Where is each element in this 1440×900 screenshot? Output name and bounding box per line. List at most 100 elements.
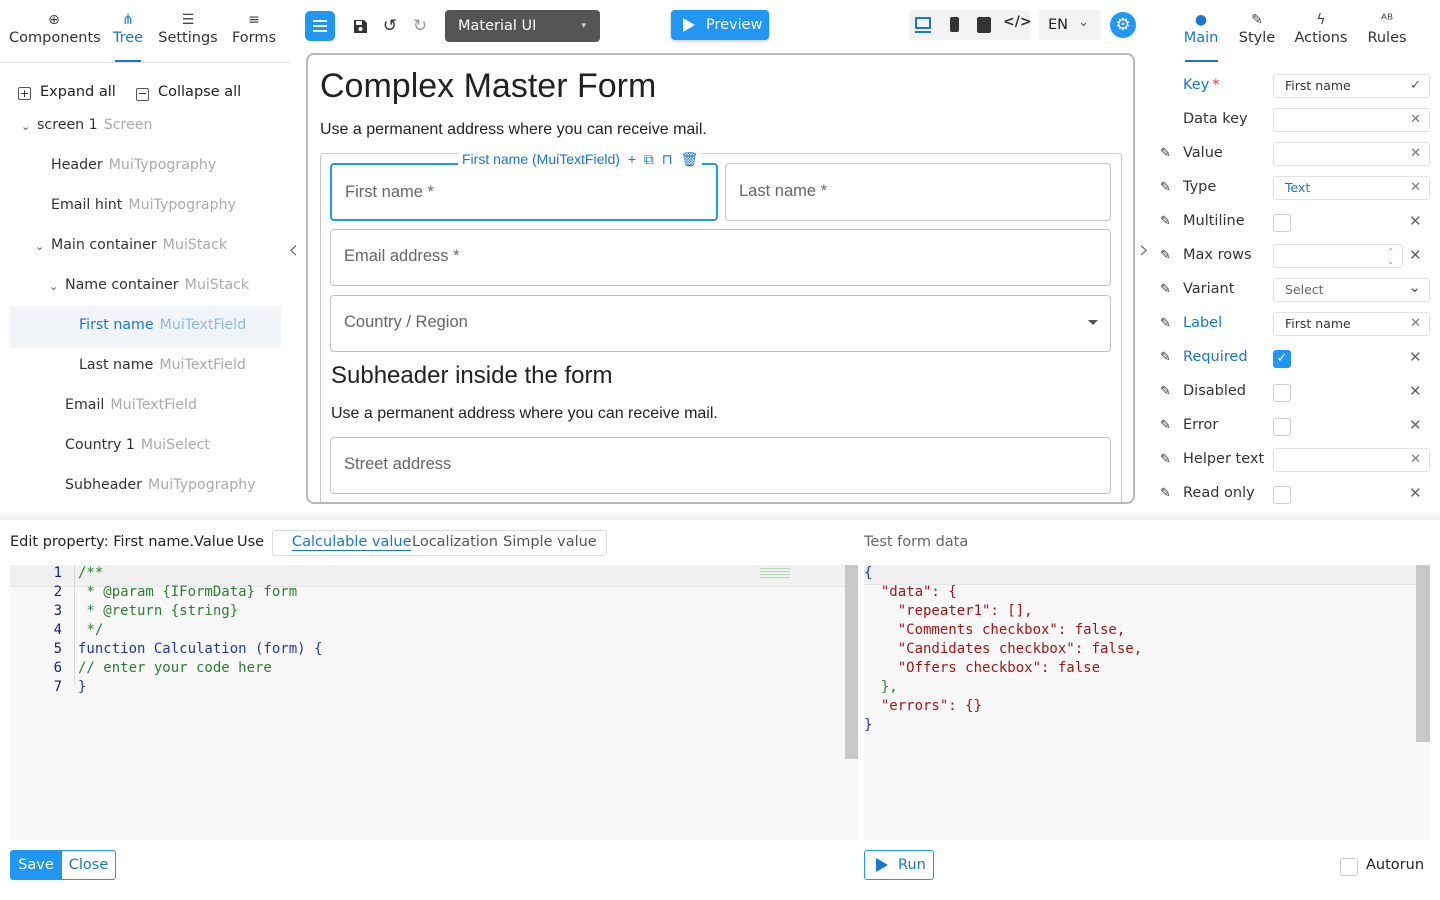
json-editor[interactable]: { "data": { "repeater1": [], "Comments c… — [864, 565, 1430, 840]
prop-required-checkbox[interactable]: ✓ — [1273, 350, 1291, 368]
desktop-icon[interactable] — [915, 17, 931, 29]
chevron-right-icon[interactable]: › — [1139, 235, 1149, 265]
check-icon[interactable]: ✓ — [1410, 75, 1421, 97]
prop-max-rows-input[interactable]: ⌃ ⌄ — [1273, 244, 1403, 268]
brush-icon[interactable]: ✎ — [1160, 384, 1171, 399]
bookmark-icon[interactable]: ⊓ — [662, 151, 673, 167]
code-editor[interactable]: 1 2 3 4 5 6 7 /** * @param {IFormData} f… — [10, 565, 858, 840]
menu-button[interactable] — [305, 11, 335, 41]
save-icon[interactable] — [346, 12, 374, 40]
tree-item-subheader[interactable]: Subheader MuiTypography — [65, 477, 256, 493]
brush-icon[interactable]: ✎ — [1160, 486, 1171, 501]
prop-value-input[interactable]: ✕ — [1273, 142, 1430, 166]
tab-style[interactable]: ✎ Style — [1223, 10, 1291, 46]
delete-icon[interactable]: 🗑 — [681, 151, 699, 167]
prop-type-input[interactable]: Text ✕ — [1273, 176, 1430, 200]
expand-all-button[interactable]: + Expand all — [18, 84, 116, 100]
collapse-icon: − — [136, 87, 149, 101]
brush-icon[interactable]: ✎ — [1160, 282, 1171, 297]
code-line: */ — [78, 622, 104, 638]
tree-item-header[interactable]: Header MuiTypography — [51, 157, 216, 173]
prop-error-checkbox[interactable] — [1273, 418, 1291, 436]
line-number: 6 — [53, 660, 62, 676]
tab-simple-value[interactable]: Simple value — [503, 534, 597, 550]
clear-icon[interactable]: ✕ — [1409, 416, 1422, 434]
tree-item-email[interactable]: Email MuiTextField — [65, 397, 197, 413]
line-number: 1 — [53, 565, 62, 581]
tab-rules[interactable]: ᴬᴮ Rules — [1353, 10, 1421, 46]
clear-icon[interactable]: ✕ — [1409, 382, 1422, 400]
clear-icon[interactable]: ✕ — [1410, 143, 1421, 165]
country-select[interactable]: Country / Region — [330, 295, 1111, 352]
tab-actions[interactable]: ϟ Actions — [1287, 10, 1355, 46]
gear-icon[interactable]: ⚙ — [1110, 12, 1136, 38]
street-address-field[interactable]: Street address — [330, 437, 1111, 494]
chevron-down-icon[interactable]: ⌄ — [35, 240, 44, 253]
brush-icon[interactable]: ✎ — [1160, 452, 1171, 467]
tablet-icon[interactable] — [977, 17, 991, 33]
minimap[interactable] — [760, 568, 790, 580]
copy-icon[interactable]: ⧉ — [644, 151, 654, 167]
lightning-icon: ϟ — [1316, 12, 1326, 28]
clear-icon[interactable]: ✕ — [1409, 484, 1422, 502]
tree-item-main-container[interactable]: Main container MuiStack — [51, 237, 227, 253]
phone-icon[interactable] — [950, 17, 959, 32]
redo-icon[interactable]: ↻ — [406, 12, 434, 40]
prop-disabled-checkbox[interactable] — [1273, 384, 1291, 402]
theme-select[interactable]: Material UI ▾ — [445, 10, 600, 42]
prop-data-key-input[interactable]: ✕ — [1273, 108, 1430, 132]
code-icon[interactable]: </> — [1003, 14, 1032, 30]
brush-icon[interactable]: ✎ — [1160, 350, 1171, 365]
clear-icon[interactable]: ✕ — [1410, 449, 1421, 471]
tab-calculable-value[interactable]: Calculable value — [292, 534, 412, 551]
close-button[interactable]: Close — [61, 850, 116, 880]
clear-icon[interactable]: ✕ — [1409, 348, 1422, 366]
tab-forms[interactable]: ≡ Forms — [209, 10, 299, 46]
chevron-down-icon[interactable]: ⌄ — [21, 120, 30, 133]
preview-button[interactable]: Preview — [671, 10, 769, 40]
tree-item-name-container[interactable]: Name container MuiStack — [65, 277, 249, 293]
prop-multiline-checkbox[interactable] — [1273, 214, 1291, 232]
chevron-left-icon[interactable]: ‹ — [288, 235, 298, 265]
clear-icon[interactable]: ✕ — [1410, 109, 1421, 131]
clear-icon[interactable]: ✕ — [1409, 212, 1422, 230]
email-field[interactable]: Email address * — [330, 229, 1111, 286]
prop-variant-select[interactable]: Select ⌄ — [1273, 278, 1430, 302]
prop-label-input[interactable]: First name ✕ — [1273, 312, 1430, 336]
tree-item-email-hint[interactable]: Email hint MuiTypography — [51, 197, 236, 213]
brush-icon[interactable]: ✎ — [1160, 418, 1171, 433]
run-button[interactable]: Run — [864, 850, 934, 880]
tree-item-first-name[interactable]: First name MuiTextField — [79, 317, 246, 333]
prop-read-only-checkbox[interactable] — [1273, 486, 1291, 504]
json-scrollbar[interactable] — [1416, 565, 1430, 742]
add-icon[interactable]: + — [628, 151, 636, 167]
tree-item-screen[interactable]: screen 1 Screen — [37, 117, 152, 133]
editor-scrollbar[interactable] — [845, 565, 858, 759]
first-name-placeholder: First name * — [345, 183, 434, 201]
save-button[interactable]: Save — [10, 850, 62, 880]
undo-icon[interactable]: ↺ — [376, 12, 404, 40]
clear-icon[interactable]: ✕ — [1410, 313, 1421, 335]
clear-icon[interactable]: ✕ — [1410, 177, 1421, 199]
json-line: "Comments checkbox": false, — [864, 622, 1126, 638]
brush-icon[interactable]: ✎ — [1160, 146, 1171, 161]
tab-localization[interactable]: Localization — [412, 534, 498, 550]
prop-helper-text-input[interactable]: ✕ — [1273, 448, 1430, 472]
brush-icon[interactable]: ✎ — [1160, 214, 1171, 229]
brush-icon[interactable]: ✎ — [1160, 180, 1171, 195]
chevron-down-icon[interactable]: ⌄ — [49, 280, 58, 293]
first-name-field[interactable]: First name * — [330, 163, 718, 221]
tree-item-last-name[interactable]: Last name MuiTextField — [79, 357, 246, 373]
tree-item-country[interactable]: Country 1 MuiSelect — [65, 437, 210, 453]
use-tabs: Calculable value Localization Simple val… — [272, 530, 607, 556]
last-name-field[interactable]: Last name * — [725, 163, 1111, 221]
autorun-checkbox[interactable] — [1340, 858, 1358, 876]
collapse-all-button[interactable]: − Collapse all — [136, 84, 241, 101]
clear-icon[interactable]: ✕ — [1409, 246, 1422, 264]
brush-icon[interactable]: ✎ — [1160, 248, 1171, 263]
language-select[interactable]: EN ⌄ — [1039, 10, 1101, 40]
brush-icon[interactable]: ✎ — [1160, 316, 1171, 331]
country-placeholder: Country / Region — [344, 313, 468, 331]
stepper-icon[interactable]: ⌃ ⌄ — [1387, 247, 1394, 267]
prop-key-input[interactable]: First name ✓ — [1273, 74, 1430, 98]
